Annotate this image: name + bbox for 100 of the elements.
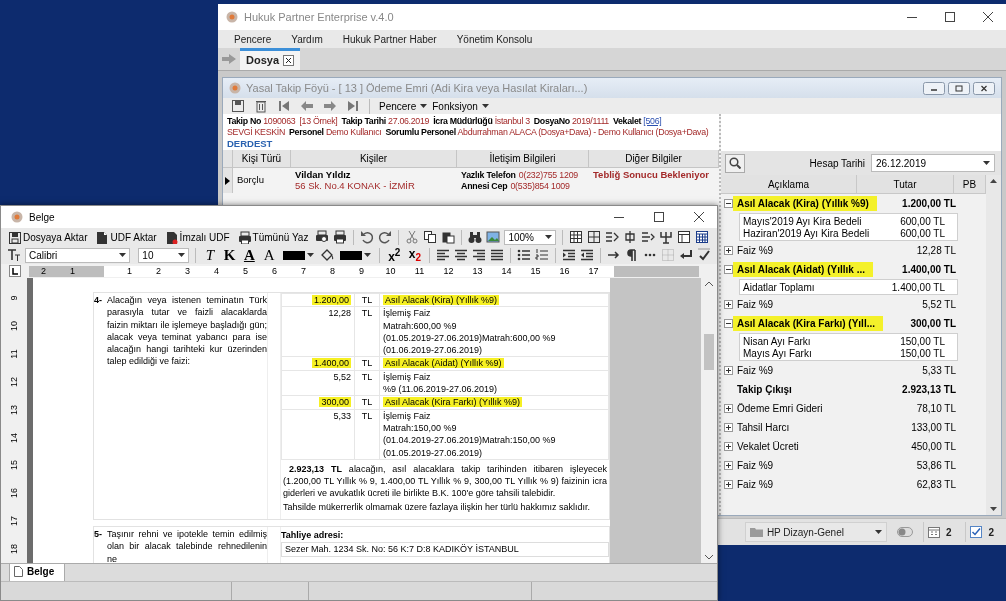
item-amount: 53,86 TL xyxy=(916,460,956,471)
column-header[interactable]: Tutar xyxy=(857,175,954,194)
column-header[interactable]: Kişiler xyxy=(291,150,457,168)
item-label: Mayıs Ayı Farkı xyxy=(743,347,813,359)
amount-cell: 12,28 xyxy=(281,306,355,357)
case-status: DERDEST xyxy=(227,138,273,149)
person-name: Vildan Yıldız xyxy=(295,170,352,181)
person-address: 56 Sk. No.4 KONAK - İZMİR xyxy=(295,180,416,191)
item-label: Haziran'2019 Ayı Kira Bedeli xyxy=(743,227,871,239)
currency-cell: TL xyxy=(354,409,380,460)
underline-button[interactable]: A xyxy=(241,247,258,263)
item-label: Faiz %9 xyxy=(737,245,774,256)
claim-label: Asıl Alacak (Kira Farkı) (Yıll... xyxy=(733,316,883,331)
item-amount: 450,00 TL xyxy=(911,441,956,452)
contact-info: Annesi Cep 0(535)854 1009 xyxy=(461,180,571,191)
font-color-button[interactable]: A xyxy=(261,248,277,262)
item-label: Nisan Ayı Farkı xyxy=(743,335,812,347)
menu-item[interactable]: Pencere xyxy=(226,31,280,47)
column-header[interactable]: PB xyxy=(954,175,986,194)
menu-item[interactable]: Hukuk Partner Haber xyxy=(334,31,445,47)
item-label: Ödeme Emri Gideri xyxy=(737,403,823,414)
tab[interactable]: Dosya xyxy=(240,48,301,70)
toolbar-button[interactable]: Dosyaya Aktar xyxy=(7,230,89,244)
item-amount: 150,00 TL xyxy=(900,347,945,359)
column-header[interactable]: Diğer Bilgiler xyxy=(589,150,719,168)
zoom-dropdown[interactable]: 100% xyxy=(504,229,557,245)
currency-cell: TL xyxy=(354,357,380,371)
claim-label: Asıl Alacak (Kira) (Yıllık %9) xyxy=(733,196,877,211)
paragraph: 2.923,13 TL alacağın, asıl alacaklara takip tarihinden itibaren işleyecek (1.200,00 TL Yıllık % 9, 1.400,00 TL Yıllık % 9, 300,00 TL Yıllık % 9) faizinin icra giderleri ve avukatlık ücreti ile birlikte B.K. 100'e göre tahsili talebidir. xyxy=(282,462,608,500)
field-label: Tahliye adresi: xyxy=(281,529,345,542)
amount-cell: 5,52 xyxy=(281,370,355,396)
menu-button[interactable]: Pencere xyxy=(379,100,428,112)
amount-cell: 5,33 xyxy=(281,409,355,460)
item-amount: 133,00 TL xyxy=(911,422,956,433)
item-amount: 600,00 TL xyxy=(900,227,945,239)
item-amount: 600,00 TL xyxy=(900,215,945,227)
case-summary: Takip No 1090063 [13 Örnek] Takip Tarihi 27.06.2019 İcra Müdürlüğü İstanbul 3 DosyaNo 2019/1111 Vekalet [506] SEVGİ KESKİN Personel Demo Kullanıcı Sorumlu Personel Abdurrahman ALACA (Dosya+Dava) - Demo Kullanıcı (Dosya+Dava) xyxy=(227,116,710,138)
window-title: Yasal Takip Föyü - [ 13 ] Ödeme Emri (Adi Kira veya Hasılat Kiraları...) xyxy=(246,82,588,94)
item-number: 4- xyxy=(94,294,103,307)
address-text: Sezer Mah. 1234 Sk. No: 56 K:7 D:8 KADIKÖY İSTANBUL xyxy=(281,542,609,557)
field-label: Hesap Tarihi xyxy=(809,157,865,169)
calendar-counter[interactable]: 2 xyxy=(922,522,956,542)
column-header[interactable]: İletişim Bilgileri xyxy=(457,150,589,168)
menu-item[interactable]: Yönetim Konsolu xyxy=(448,31,541,47)
window-title: Belge xyxy=(29,211,55,223)
item-label: Faiz %9 xyxy=(737,460,774,471)
item-amount: 5,33 TL xyxy=(922,365,956,376)
item-label: Aidatlar Toplamı xyxy=(743,281,816,293)
item-label: Faiz %9 xyxy=(737,299,774,310)
description-cell: Asıl Alacak (Kira) (Yıllık %9) xyxy=(379,293,609,307)
item-amount: 78,10 TL xyxy=(916,403,956,414)
item-amount: 62,83 TL xyxy=(916,479,956,490)
toolbar-button[interactable]: UDF Aktar xyxy=(94,230,158,244)
description-cell: İşlemiş Faiz Matrah:600,00 %9 (01.05.2019-27.06.2019)Matrah:600,00 %9 (01.06.2019-27.06.2019) xyxy=(379,306,609,357)
contact-info: Yazlık Telefon 0(232)755 1209 xyxy=(461,170,580,181)
subscript-button[interactable]: x$_{2}$ xyxy=(406,246,424,264)
item-label: Mayıs'2019 Ayı Kira Bedeli xyxy=(743,215,863,227)
column-header[interactable]: Kişi Türü xyxy=(233,150,291,168)
item-amount: 1.400,00 TL xyxy=(891,281,945,293)
date-field[interactable]: 26.12.2019 xyxy=(871,154,995,172)
description-cell: İşlemiş Faiz Matrah:150,00 %9 (01.04.2019-27.06.2019)Matrah:150,00 %9 (01.05.2019-27.06.2019) xyxy=(379,409,609,460)
total-label: Takip Çıkışı xyxy=(737,384,792,395)
toolbar-button[interactable]: İmzalı UDF xyxy=(163,230,231,244)
table-cell: Borçlu xyxy=(237,175,264,186)
currency-cell: TL xyxy=(354,395,380,410)
item-amount: 12,28 TL xyxy=(916,245,956,256)
claim-amount: 1.400,00 TL xyxy=(902,264,956,275)
currency-cell: TL xyxy=(354,306,380,357)
link[interactable]: [506] xyxy=(643,116,662,126)
description-cell: Asıl Alacak (Kira Farkı) (Yıllık %9) xyxy=(379,395,609,410)
toolbar-button[interactable]: Tümünü Yaz xyxy=(236,230,310,244)
layout-dropdown[interactable]: HP Dizayn-Genel xyxy=(744,522,887,542)
claim-amount: 300,00 TL xyxy=(910,318,956,329)
claim-label: Asıl Alacak (Aidat) (Yıllık ... xyxy=(733,262,873,277)
italic-button[interactable]: T xyxy=(201,247,218,263)
item-label: Faiz %9 xyxy=(737,365,774,376)
menu-button[interactable]: Fonksiyon xyxy=(432,100,489,112)
item-label: Tahsil Harcı xyxy=(737,422,790,433)
paragraph: Tahsilde mükerrerlik olmamak üzere fazlaya ilişkin her türlü hakkımız saklıdır. xyxy=(282,500,592,514)
amount-cell: 1.400,00 xyxy=(281,357,355,371)
superscript-button[interactable]: x$^{2}$ xyxy=(385,246,403,264)
amount-cell: 300,00 xyxy=(281,395,355,410)
description-cell: Asıl Alacak (Aidat) (Yıllık %9) xyxy=(379,357,609,371)
amount-cell: 1.200,00 xyxy=(281,293,355,307)
bold-button[interactable]: K xyxy=(221,247,238,263)
currency-cell: TL xyxy=(354,370,380,396)
task-counter[interactable]: 2 xyxy=(965,522,998,542)
ruler[interactable]: 2 1 1 2 3 4 5 6 7 8 9 10 11 12 13 14 15 16 17 xyxy=(29,265,699,277)
claim-amount: 1.200,00 TL xyxy=(902,198,956,209)
item-number: 5- xyxy=(94,528,103,542)
item-amount: 150,00 TL xyxy=(900,335,945,347)
notification-status: Tebliğ Sonucu Bekleniyor xyxy=(593,169,709,180)
currency-cell: TL xyxy=(354,293,380,307)
menu-item[interactable]: Yardım xyxy=(283,31,331,47)
window-title: Hukuk Partner Enterprise v.4.0 xyxy=(244,11,394,23)
font-dropdown[interactable]: Calibri xyxy=(25,247,131,263)
font-size-dropdown[interactable]: 10 xyxy=(138,247,189,263)
column-header[interactable]: Açıklama xyxy=(721,175,857,194)
total-amount: 2.923,13 TL xyxy=(902,384,956,395)
tab[interactable]: Belge xyxy=(9,563,66,581)
